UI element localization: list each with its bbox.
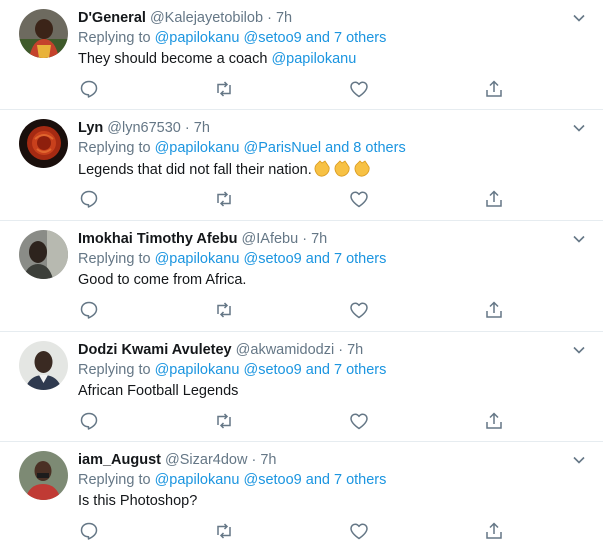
tweet-actions [78, 78, 508, 100]
replying-label: Replying to [78, 140, 151, 156]
tweet-text: Legends that did not fall their nation. [78, 159, 563, 181]
reply-icon[interactable] [78, 188, 100, 210]
retweet-icon[interactable] [213, 188, 235, 210]
tweet-item[interactable]: D'General @Kalejayetobilob · 7h Replying… [0, 0, 603, 110]
reply-mention-link[interactable]: @papilokanu [155, 472, 240, 488]
replying-label: Replying to [78, 472, 151, 488]
author-handle[interactable]: @Kalejayetobilob [150, 10, 263, 26]
separator-dot: · [338, 342, 344, 358]
avatar[interactable] [19, 119, 68, 168]
tweet-mention-link[interactable]: @papilokanu [271, 51, 356, 67]
like-icon[interactable] [348, 520, 370, 542]
author-name[interactable]: D'General [78, 10, 146, 26]
chevron-down-icon[interactable] [571, 10, 587, 26]
reply-icon[interactable] [78, 78, 100, 100]
author-name[interactable]: Imokhai Timothy Afebu [78, 231, 238, 247]
tweet-text-body: African Football Legends [78, 383, 239, 399]
tweet-actions [78, 410, 508, 432]
author-handle[interactable]: @Sizar4dow [165, 452, 247, 468]
reply-mention-link[interactable]: @papilokanu [155, 362, 240, 378]
like-icon[interactable] [348, 78, 370, 100]
reply-mention-link[interactable]: @papilokanu [155, 30, 240, 46]
like-icon[interactable] [348, 410, 370, 432]
chevron-down-icon[interactable] [571, 231, 587, 247]
author-name[interactable]: Dodzi Kwami Avuletey [78, 342, 232, 358]
share-icon[interactable] [483, 520, 505, 542]
reply-others-link[interactable]: @setoo9 and 7 others [243, 472, 386, 488]
separator-dot: · [251, 452, 257, 468]
retweet-icon[interactable] [213, 520, 235, 542]
replying-to: Replying to @papilokanu @setoo9 and 7 ot… [78, 249, 563, 270]
reply-others-link[interactable]: @setoo9 and 7 others [243, 30, 386, 46]
replying-to: Replying to @papilokanu @setoo9 and 7 ot… [78, 470, 563, 491]
share-icon[interactable] [483, 188, 505, 210]
avatar[interactable] [19, 9, 68, 58]
separator-dot: · [267, 10, 272, 26]
separator-dot: · [302, 231, 308, 247]
reply-others-link[interactable]: @setoo9 and 7 others [243, 362, 386, 378]
author-handle[interactable]: @IAfebu [242, 231, 299, 247]
avatar[interactable] [19, 230, 68, 279]
timestamp[interactable]: 7h [347, 342, 363, 358]
replying-label: Replying to [78, 30, 151, 46]
author-handle[interactable]: @akwamidodzi [236, 342, 335, 358]
tweet-item[interactable]: Imokhai Timothy Afebu @IAfebu · 7h Reply… [0, 221, 603, 332]
tweet-text: African Football Legends [78, 381, 563, 402]
tweet-item[interactable]: iam_August @Sizar4dow · 7h Replying to @… [0, 442, 603, 556]
share-icon[interactable] [483, 78, 505, 100]
share-icon[interactable] [483, 410, 505, 432]
tweet-text-body: They should become a coach [78, 51, 268, 67]
reply-others-link[interactable]: @setoo9 and 7 others [243, 251, 386, 267]
replying-to: Replying to @papilokanu @setoo9 and 7 ot… [78, 360, 563, 381]
tweet-text: They should become a coach @papilokanu [78, 49, 563, 70]
tweet-text-body: Legends that did not fall their nation. [78, 162, 312, 178]
tweet-text-body: Is this Photoshop? [78, 493, 198, 509]
like-icon[interactable] [348, 299, 370, 321]
timestamp[interactable]: 7h [260, 452, 276, 468]
author-name[interactable]: Lyn [78, 120, 103, 136]
tweet-actions [78, 299, 508, 321]
separator-dot: · [184, 120, 190, 136]
author-name[interactable]: iam_August [78, 452, 161, 468]
avatar[interactable] [19, 341, 68, 390]
reply-icon[interactable] [78, 520, 100, 542]
retweet-icon[interactable] [213, 410, 235, 432]
tweet-text: Good to come from Africa. [78, 270, 563, 291]
tweet-actions [78, 188, 508, 210]
share-icon[interactable] [483, 299, 505, 321]
replying-label: Replying to [78, 362, 151, 378]
avatar[interactable] [19, 451, 68, 500]
retweet-icon[interactable] [213, 78, 235, 100]
tweet-text-body: Good to come from Africa. [78, 272, 247, 288]
reply-icon[interactable] [78, 410, 100, 432]
timestamp[interactable]: 7h [276, 10, 292, 26]
tweet-item[interactable]: Lyn @lyn67530 · 7h Replying to @papiloka… [0, 110, 603, 221]
chevron-down-icon[interactable] [571, 452, 587, 468]
reply-others-link[interactable]: @ParisNuel and 8 others [243, 140, 405, 156]
replying-label: Replying to [78, 251, 151, 267]
tweet-item[interactable]: Dodzi Kwami Avuletey @akwamidodzi · 7h R… [0, 332, 603, 442]
reply-mention-link[interactable]: @papilokanu [155, 140, 240, 156]
reply-mention-link[interactable]: @papilokanu [155, 251, 240, 267]
timestamp[interactable]: 7h [194, 120, 210, 136]
retweet-icon[interactable] [213, 299, 235, 321]
timestamp[interactable]: 7h [311, 231, 327, 247]
reply-icon[interactable] [78, 299, 100, 321]
reply-feed: D'General @Kalejayetobilob · 7h Replying… [0, 0, 603, 556]
tweet-actions [78, 520, 508, 542]
clapping-hands-icon [312, 159, 332, 177]
like-icon[interactable] [348, 188, 370, 210]
replying-to: Replying to @papilokanu @setoo9 and 7 ot… [78, 28, 563, 49]
chevron-down-icon[interactable] [571, 342, 587, 358]
clapping-hands-icon [332, 159, 352, 177]
tweet-text: Is this Photoshop? [78, 491, 563, 512]
chevron-down-icon[interactable] [571, 120, 587, 136]
replying-to: Replying to @papilokanu @ParisNuel and 8… [78, 138, 563, 159]
author-handle[interactable]: @lyn67530 [107, 120, 181, 136]
clapping-hands-icon [352, 159, 372, 177]
